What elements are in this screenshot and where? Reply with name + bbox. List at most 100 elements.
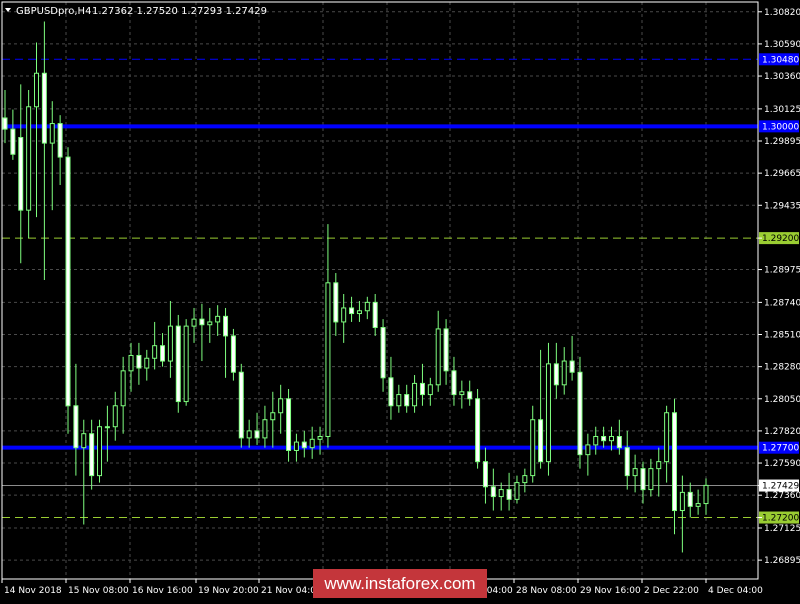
candle-body-bull: [317, 435, 323, 440]
candle-body-bull: [514, 482, 520, 500]
candle-body-bull: [459, 391, 465, 396]
candle-body-bear: [451, 370, 457, 396]
chart-canvas: 1.30480 1.30000 1.29200 1.27700 1.27200 1.274…: [0, 0, 800, 600]
y-tick-label: 1.28510: [764, 331, 800, 341]
candle-body-bull: [81, 433, 87, 449]
y-tick-label: 1.30590: [764, 40, 800, 50]
candle-body-bull: [545, 363, 551, 463]
candle-body-bear: [640, 468, 646, 491]
candle-body-bear: [41, 72, 47, 144]
candle-body-bear: [380, 327, 386, 379]
candle: [238, 363, 244, 448]
candle: [175, 314, 181, 413]
candle-body-bull: [427, 384, 433, 396]
y-tick-label: 1.28975: [764, 266, 800, 276]
candle: [577, 356, 583, 469]
current-price-label: 1.27429: [762, 482, 799, 492]
candle: [65, 147, 71, 434]
candle-body-bull: [632, 468, 638, 477]
candle-body-bear: [538, 419, 544, 463]
x-tick-label: 16 Nov 16:00: [132, 586, 193, 596]
candle: [183, 319, 189, 406]
chart[interactable]: 1.30480 1.30000 1.29200 1.27700 1.27200 1.274…: [0, 0, 800, 600]
y-tick-label: 1.30820: [764, 8, 800, 18]
candle-body-bear: [65, 156, 71, 407]
candle-body-bull: [128, 354, 134, 372]
candle-body-bull: [309, 438, 315, 449]
candle-body-bull: [530, 419, 536, 477]
candle-body-bull: [364, 301, 370, 312]
candle-body-bull: [664, 412, 670, 463]
candle-body-bear: [601, 435, 607, 442]
level-price-label: 1.27700: [762, 444, 799, 454]
candle-body-bear: [553, 363, 559, 386]
candle: [97, 419, 103, 483]
candle-body-bull: [34, 72, 40, 108]
x-tick-label: 21 Nov 04:00: [261, 586, 322, 596]
candle-body-bear: [238, 371, 244, 439]
candle-body-bull: [120, 370, 126, 407]
candle-body-bull: [593, 435, 599, 446]
x-tick-label: 19 Nov 20:00: [198, 586, 259, 596]
candle-body-bull: [608, 435, 614, 442]
candle-body-bear: [230, 335, 236, 373]
x-tick-label: 29 Nov 16:00: [580, 586, 641, 596]
candle-body-bull: [561, 360, 567, 386]
candle-body-bull: [522, 475, 528, 484]
candle-body-bull: [435, 328, 441, 386]
y-tick-label: 1.29435: [764, 201, 800, 211]
candle-body-bull: [278, 398, 284, 414]
watermark: www.instaforex.com: [313, 569, 487, 598]
y-tick-label: 1.27820: [764, 427, 800, 437]
candle-body-bear: [419, 382, 425, 396]
candle-body-bear: [254, 430, 260, 439]
candle-body-bear: [57, 123, 63, 158]
x-tick-label: 14 Nov 2018: [4, 586, 62, 596]
candle-body-bear: [10, 128, 16, 155]
watermark-text: www.instaforex.com: [323, 574, 475, 593]
candle-body-bear: [671, 412, 677, 512]
candle-body-bull: [695, 503, 701, 507]
chart-header: GBPUSDpro,H4 1.27362 1.27520 1.27293 1.2…: [5, 6, 267, 17]
candle-body-bull: [246, 430, 252, 439]
candle-body-bull: [49, 123, 55, 144]
candle-body-bear: [349, 307, 355, 315]
candle-body-bear: [199, 318, 205, 326]
y-tick-label: 1.28740: [764, 298, 800, 308]
y-tick-label: 1.27125: [764, 524, 800, 534]
y-tick-label: 1.28280: [764, 363, 800, 373]
level-price-label: 1.30480: [762, 55, 799, 65]
candle-body-bear: [624, 447, 630, 477]
candle-body-bull: [498, 489, 504, 498]
candle-body-bull: [262, 419, 268, 439]
level-price-label: 1.27200: [762, 514, 799, 524]
candle-body-bull: [270, 412, 276, 421]
candle-body-bull: [585, 444, 591, 456]
candle-body-bull: [167, 325, 173, 362]
y-tick-label: 1.29895: [764, 137, 800, 147]
candle-body-bear: [18, 137, 24, 211]
x-tick-label: 15 Nov 08:00: [68, 586, 129, 596]
level-price-label: 1.30000: [762, 122, 799, 132]
candle-body-bear: [136, 354, 142, 369]
candle-body-bull: [679, 491, 685, 512]
x-tick-label: 2 Dec 22:00: [644, 586, 699, 596]
ohlc-readout: 1.27362 1.27520 1.27293 1.27429: [92, 6, 267, 17]
x-tick-label: 4 Dec 04:00: [708, 586, 763, 596]
candle-body-bear: [506, 489, 512, 500]
candle-body-bull: [183, 325, 189, 403]
x-tick-label: 28 Nov 08:00: [516, 586, 577, 596]
level-price-label: 1.29200: [762, 234, 799, 244]
y-tick-label: 1.28050: [764, 395, 800, 405]
y-tick-label: 1.30360: [764, 72, 800, 82]
candle-body-bear: [160, 345, 166, 362]
candle-body-bear: [175, 325, 181, 403]
candle-body-bear: [467, 391, 473, 400]
candle-body-bear: [286, 398, 292, 451]
candle-body-bull: [215, 315, 221, 323]
candle-body-bull: [648, 468, 654, 491]
y-tick-label: 1.27590: [764, 459, 800, 469]
candle-body-bear: [223, 315, 229, 337]
symbol-label: GBPUSDpro,H4: [16, 6, 91, 17]
candle-body-bull: [412, 382, 418, 407]
